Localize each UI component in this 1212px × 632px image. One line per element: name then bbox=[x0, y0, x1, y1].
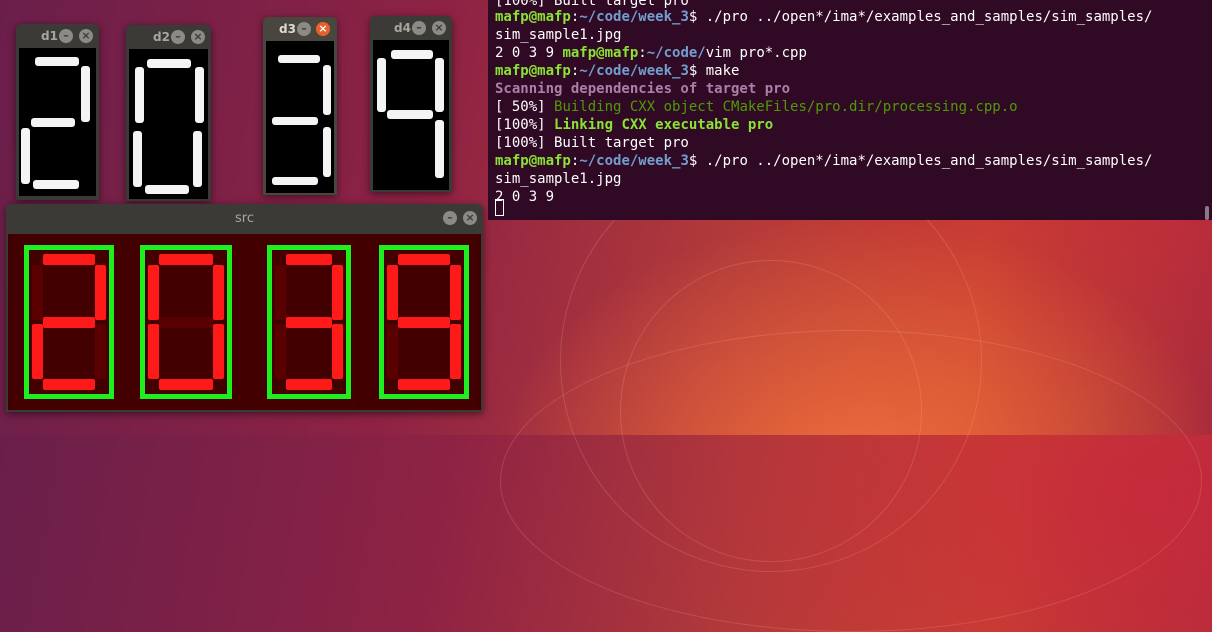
terminal-line: 2 0 3 9 mafp@mafp:~/code/vim pro*.cpp bbox=[495, 44, 807, 62]
window-titlebar[interactable]: src – × bbox=[6, 204, 483, 232]
segment-c bbox=[450, 324, 461, 379]
terminal-cursor bbox=[495, 199, 504, 216]
segment-d bbox=[43, 379, 95, 390]
close-icon[interactable]: × bbox=[432, 21, 446, 35]
terminal-line: mafp@mafp:~/code/week_3$ make bbox=[495, 62, 739, 80]
command-text: $ ./pro ../open*/ima*/examples_and_sampl… bbox=[688, 153, 1153, 169]
window-title: d3 bbox=[279, 22, 296, 36]
segment-c bbox=[95, 324, 106, 379]
prompt-user: mafp@mafp bbox=[562, 45, 639, 61]
build-message: Linking CXX executable pro bbox=[554, 117, 774, 133]
build-percent: [ 50%] bbox=[495, 99, 555, 115]
segment-c bbox=[332, 324, 343, 379]
terminal-line: [ 50%] Building CXX object CMakeFiles/pr… bbox=[495, 98, 1018, 116]
command-text: $ make bbox=[688, 63, 740, 79]
segment-c bbox=[213, 324, 224, 379]
terminal-line: mafp@mafp:~/code/week_3$ ./pro ../open*/… bbox=[495, 152, 1152, 170]
prompt-user: mafp@mafp bbox=[495, 63, 571, 79]
window-title: d1 bbox=[41, 29, 58, 43]
digit-window-d2[interactable]: d2 – × bbox=[126, 25, 211, 201]
terminal-window[interactable]: [100%] Built target pro mafp@mafp:~/code… bbox=[488, 0, 1212, 220]
window-title: d2 bbox=[153, 30, 170, 44]
prompt-sep: : bbox=[638, 45, 647, 61]
command-text: vim pro*.cpp bbox=[705, 45, 807, 61]
segment-d bbox=[398, 379, 450, 390]
segment-b bbox=[213, 265, 224, 320]
prompt-user: mafp@mafp bbox=[495, 9, 571, 25]
segment-e bbox=[148, 324, 159, 379]
segment-e bbox=[387, 324, 398, 379]
terminal-line: Scanning dependencies of target pro bbox=[495, 81, 791, 97]
segment-g bbox=[398, 316, 450, 328]
terminal-line: [100%] Linking CXX executable pro bbox=[495, 116, 773, 134]
prompt-path: ~/code/ bbox=[646, 45, 706, 61]
segment-f bbox=[387, 265, 398, 320]
digit-window-d4[interactable]: d4 – × bbox=[370, 16, 452, 192]
close-icon[interactable]: × bbox=[463, 211, 477, 225]
segment-f bbox=[148, 265, 159, 320]
minimize-icon[interactable]: – bbox=[171, 30, 185, 44]
segment-g bbox=[159, 316, 213, 328]
prompt-path: ~/code/week_3 bbox=[579, 63, 689, 79]
segment-f bbox=[32, 265, 43, 320]
prompt-path: ~/code/week_3 bbox=[579, 153, 689, 169]
segment-b bbox=[450, 265, 461, 320]
build-message: Building CXX object CMakeFiles/pro.dir/p… bbox=[554, 99, 1018, 115]
build-percent: [100%] bbox=[495, 117, 555, 133]
segment-e bbox=[275, 324, 286, 379]
segment-a bbox=[43, 254, 95, 265]
window-titlebar[interactable]: d2 – × bbox=[126, 25, 211, 49]
close-icon[interactable]: × bbox=[79, 29, 93, 43]
segment-a bbox=[159, 254, 213, 265]
prompt-user: mafp@mafp bbox=[495, 153, 571, 169]
window-titlebar[interactable]: d1 – × bbox=[16, 24, 99, 48]
segment-f bbox=[275, 265, 286, 320]
segment-d bbox=[286, 379, 332, 390]
terminal-line: sim_sample1.jpg bbox=[495, 27, 622, 43]
terminal-scrollbar[interactable] bbox=[1205, 206, 1209, 220]
digit-window-d3[interactable]: d3 – × bbox=[263, 17, 337, 195]
segment-a bbox=[398, 254, 450, 265]
src-image bbox=[8, 234, 481, 410]
wallpaper-arc bbox=[500, 330, 1202, 632]
minimize-icon[interactable]: – bbox=[443, 211, 457, 225]
close-icon[interactable]: × bbox=[316, 22, 330, 36]
digit-window-d1[interactable]: d1 – × bbox=[16, 24, 99, 200]
window-title: src bbox=[235, 211, 254, 226]
segment-d bbox=[159, 379, 213, 390]
segment-e bbox=[32, 324, 43, 379]
minimize-icon[interactable]: – bbox=[412, 21, 426, 35]
program-output: 2 0 3 9 bbox=[495, 45, 563, 61]
minimize-icon[interactable]: – bbox=[297, 22, 311, 36]
digit-image bbox=[373, 40, 449, 190]
segment-g bbox=[286, 316, 332, 328]
close-icon[interactable]: × bbox=[191, 30, 205, 44]
minimize-icon[interactable]: – bbox=[59, 29, 73, 43]
segment-b bbox=[332, 265, 343, 320]
terminal-line: mafp@mafp:~/code/week_3$ ./pro ../open*/… bbox=[495, 8, 1152, 26]
terminal-line: sim_sample1.jpg bbox=[495, 171, 622, 187]
src-window[interactable]: src – × bbox=[6, 204, 483, 412]
segment-g bbox=[43, 316, 95, 328]
window-title: d4 bbox=[394, 21, 411, 35]
segment-a bbox=[286, 254, 332, 265]
command-text: $ ./pro ../open*/ima*/examples_and_sampl… bbox=[688, 9, 1153, 25]
digit-image bbox=[129, 49, 208, 199]
window-titlebar[interactable]: d3 – × bbox=[263, 17, 337, 41]
prompt-path: ~/code/week_3 bbox=[579, 9, 689, 25]
digit-image bbox=[266, 41, 334, 193]
window-titlebar[interactable]: d4 – × bbox=[370, 16, 452, 40]
segment-b bbox=[95, 265, 106, 320]
terminal-line: [100%] Built target pro bbox=[495, 135, 689, 151]
digit-image bbox=[19, 48, 96, 196]
